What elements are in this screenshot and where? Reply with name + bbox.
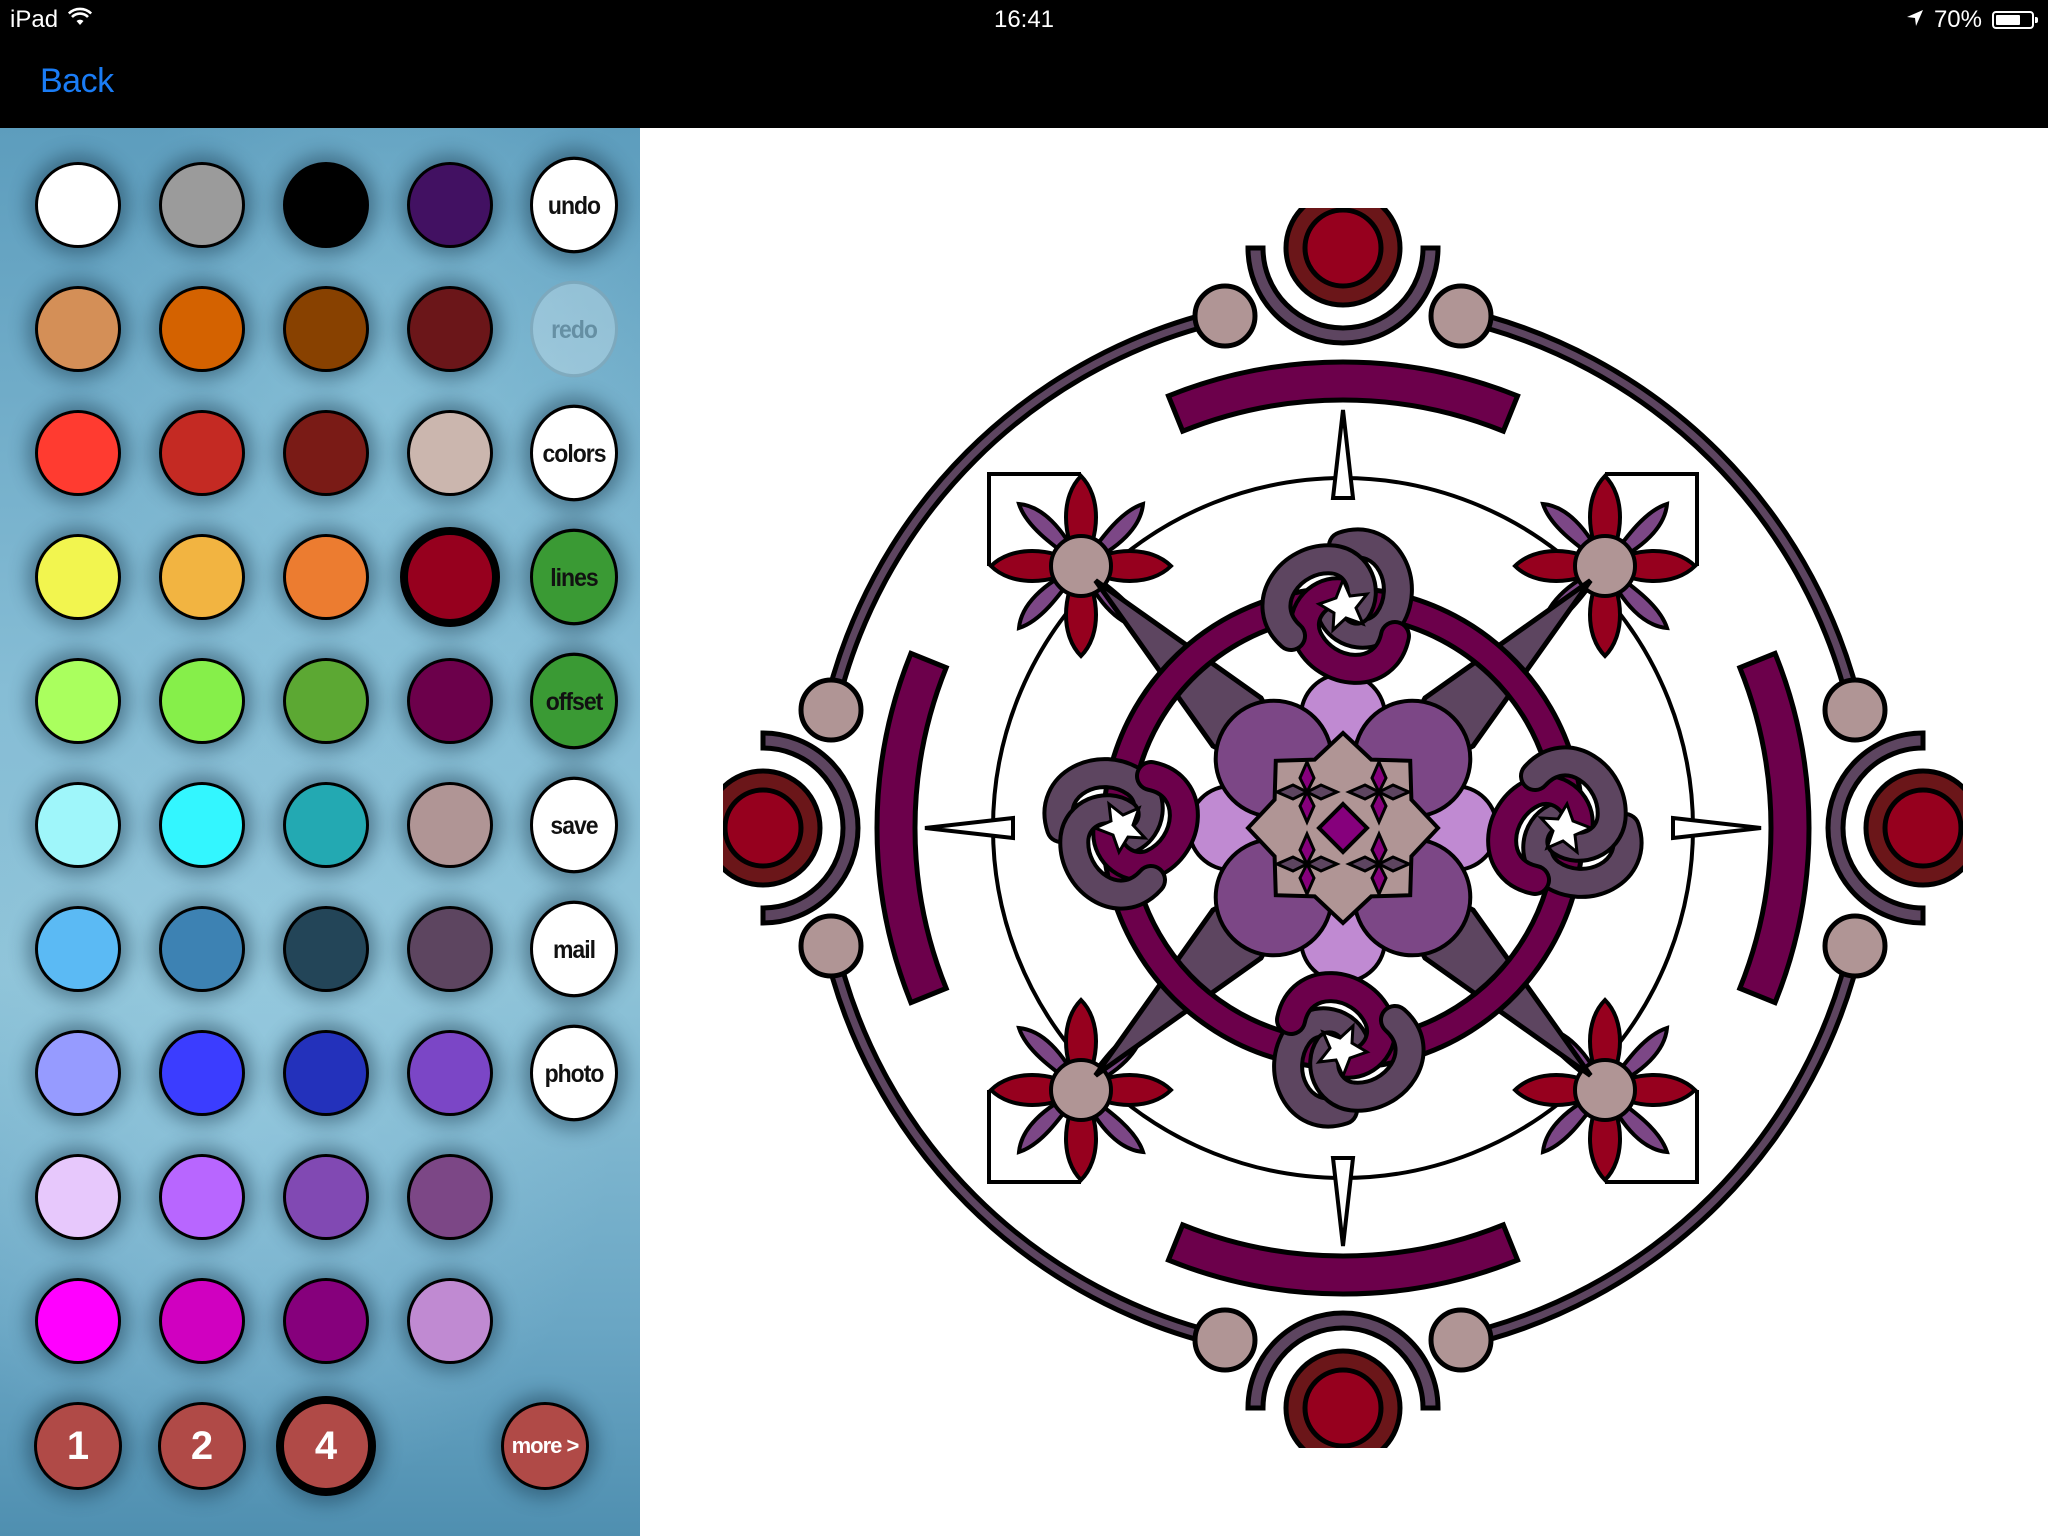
color-swatch[interactable] bbox=[283, 906, 369, 992]
color-swatch[interactable] bbox=[407, 286, 493, 372]
color-swatch[interactable] bbox=[159, 782, 245, 868]
color-swatch[interactable] bbox=[407, 782, 493, 868]
compass-spike[interactable] bbox=[1671, 815, 1762, 841]
color-swatch[interactable] bbox=[283, 286, 369, 372]
color-swatch[interactable] bbox=[35, 1030, 121, 1116]
save-button[interactable]: save bbox=[530, 776, 618, 874]
color-swatch[interactable] bbox=[35, 410, 121, 496]
inner-disc[interactable] bbox=[723, 787, 804, 869]
color-swatch[interactable] bbox=[400, 527, 500, 627]
offset-button[interactable]: offset bbox=[530, 652, 618, 750]
rosy-bead[interactable] bbox=[1822, 677, 1888, 743]
cardinal-ornament[interactable] bbox=[1671, 650, 1963, 1006]
compass-spike[interactable] bbox=[1330, 1156, 1356, 1247]
cardinal-ornament[interactable] bbox=[1165, 208, 1521, 500]
color-swatch[interactable] bbox=[283, 162, 369, 248]
clock: 16:41 bbox=[993, 6, 1055, 33]
compass-spike[interactable] bbox=[924, 815, 1015, 841]
color-swatch[interactable] bbox=[159, 162, 245, 248]
colors-button[interactable]: colors bbox=[530, 404, 618, 502]
battery-icon bbox=[1992, 11, 2038, 29]
color-swatch[interactable] bbox=[283, 1278, 369, 1364]
back-button[interactable]: Back bbox=[40, 62, 114, 101]
color-swatch[interactable] bbox=[159, 1154, 245, 1240]
color-swatch[interactable] bbox=[283, 410, 369, 496]
rosy-bead[interactable] bbox=[798, 913, 864, 979]
color-swatch[interactable] bbox=[35, 286, 121, 372]
color-swatch[interactable] bbox=[407, 658, 493, 744]
color-swatch[interactable] bbox=[159, 410, 245, 496]
knotwork[interactable] bbox=[1260, 527, 1414, 685]
color-swatch[interactable] bbox=[159, 286, 245, 372]
rosy-bead[interactable] bbox=[1428, 283, 1494, 349]
color-swatch[interactable] bbox=[35, 534, 121, 620]
color-swatch[interactable] bbox=[35, 658, 121, 744]
color-swatch[interactable] bbox=[407, 1278, 493, 1364]
cardinal-ornament[interactable] bbox=[723, 650, 1015, 1006]
color-swatch[interactable] bbox=[159, 906, 245, 992]
rosy-bead[interactable] bbox=[1822, 913, 1888, 979]
brush-size-1-button[interactable]: 1 bbox=[34, 1402, 122, 1490]
knotwork[interactable] bbox=[1042, 757, 1200, 911]
inner-disc[interactable] bbox=[1302, 1367, 1384, 1448]
color-swatch[interactable] bbox=[35, 1278, 121, 1364]
color-swatch[interactable] bbox=[283, 1030, 369, 1116]
knotwork[interactable] bbox=[1272, 971, 1426, 1129]
lines-button[interactable]: lines bbox=[530, 528, 618, 626]
color-swatch[interactable] bbox=[159, 658, 245, 744]
color-swatch[interactable] bbox=[35, 906, 121, 992]
status-bar: iPad 16:41 70% bbox=[0, 0, 2048, 40]
more-button[interactable]: more > bbox=[501, 1402, 589, 1490]
undo-button[interactable]: undo bbox=[530, 156, 618, 254]
brush-size-2-button[interactable]: 2 bbox=[158, 1402, 246, 1490]
color-swatch[interactable] bbox=[283, 782, 369, 868]
color-swatch[interactable] bbox=[407, 410, 493, 496]
color-swatch[interactable] bbox=[407, 162, 493, 248]
photo-button[interactable]: photo bbox=[530, 1024, 618, 1122]
color-swatch[interactable] bbox=[283, 658, 369, 744]
navigation-bar: Back bbox=[0, 40, 2048, 128]
mandala-drawing[interactable] bbox=[723, 208, 1963, 1448]
color-swatch[interactable] bbox=[35, 1154, 121, 1240]
rosy-bead[interactable] bbox=[798, 677, 864, 743]
inner-disc[interactable] bbox=[1302, 208, 1384, 289]
color-swatch[interactable] bbox=[35, 782, 121, 868]
color-swatch[interactable] bbox=[283, 1154, 369, 1240]
inner-disc[interactable] bbox=[1882, 787, 1963, 869]
color-swatch[interactable] bbox=[35, 162, 121, 248]
color-swatch[interactable] bbox=[159, 534, 245, 620]
color-swatch[interactable] bbox=[407, 1030, 493, 1116]
cardinal-ornament[interactable] bbox=[1165, 1156, 1521, 1448]
color-swatch[interactable] bbox=[159, 1030, 245, 1116]
rosy-bead[interactable] bbox=[1192, 283, 1258, 349]
battery-level bbox=[1996, 15, 2020, 25]
location-arrow-icon bbox=[1906, 6, 1924, 34]
color-swatch[interactable] bbox=[283, 534, 369, 620]
color-swatch[interactable] bbox=[407, 906, 493, 992]
color-swatch[interactable] bbox=[407, 1154, 493, 1240]
battery-percent: 70% bbox=[1933, 6, 1982, 33]
rosy-bead[interactable] bbox=[1428, 1307, 1494, 1373]
knotwork[interactable] bbox=[1486, 745, 1644, 899]
rosy-bead[interactable] bbox=[1192, 1307, 1258, 1373]
mail-button[interactable]: mail bbox=[530, 900, 618, 998]
compass-spike[interactable] bbox=[1330, 409, 1356, 500]
redo-button[interactable]: redo bbox=[530, 280, 618, 378]
color-swatch[interactable] bbox=[159, 1278, 245, 1364]
color-palette-panel: undo redo colors lines offset save mail photo 1 2… bbox=[0, 128, 640, 1536]
brush-size-4-button[interactable]: 4 bbox=[276, 1396, 376, 1496]
